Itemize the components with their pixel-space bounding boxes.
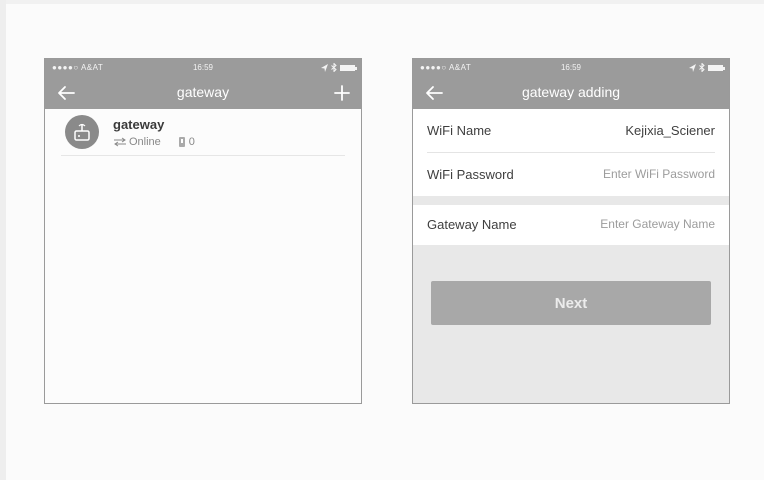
- gateway-name-group: Gateway Name: [413, 205, 729, 245]
- wifi-password-label: WiFi Password: [427, 167, 514, 182]
- gateway-avatar: [65, 115, 99, 149]
- left-divider: [0, 0, 6, 480]
- nav-bar: gateway adding: [413, 77, 729, 109]
- gateway-list-item[interactable]: gateway Online 0: [45, 109, 361, 157]
- bluetooth-icon: [699, 63, 705, 72]
- list-divider: [61, 155, 345, 156]
- gateway-meta: Online 0: [113, 136, 195, 148]
- gateway-name-input[interactable]: [565, 213, 715, 235]
- wifi-name-value[interactable]: Kejixia_Sciener: [625, 123, 715, 138]
- bluetooth-icon: [331, 63, 337, 72]
- lock-icon: [178, 137, 185, 147]
- location-icon: [321, 63, 328, 72]
- top-divider: [0, 0, 764, 4]
- status-icons: [321, 63, 357, 72]
- nav-bar: gateway: [45, 77, 361, 109]
- status-icons: [689, 63, 725, 72]
- sync-arrows-icon: [114, 137, 126, 147]
- lock-count: 0: [188, 136, 195, 148]
- plus-icon[interactable]: [331, 82, 353, 104]
- wifi-form-group: WiFi Name Kejixia_Sciener WiFi Password: [413, 109, 729, 196]
- status-time: 16:59: [560, 63, 582, 72]
- wifi-name-label: WiFi Name: [427, 123, 492, 138]
- gateway-router-icon: [74, 123, 90, 141]
- page-title: gateway adding: [521, 84, 621, 100]
- gateway-name-label: Gateway Name: [427, 217, 517, 232]
- gateway-name-row: Gateway Name: [413, 203, 729, 246]
- gateway-list-screen: ●●●●○ A&AT 16:59 gateway gateway Online …: [44, 58, 362, 404]
- status-time: 16:59: [192, 63, 214, 72]
- status-bar: ●●●●○ A&AT 16:59: [413, 59, 729, 77]
- gateway-name: gateway: [113, 117, 165, 132]
- page-title: gateway: [176, 84, 230, 100]
- next-button[interactable]: Next: [431, 281, 711, 325]
- battery-icon: [340, 64, 357, 71]
- wifi-password-row: WiFi Password: [413, 153, 729, 196]
- location-icon: [689, 63, 696, 72]
- wifi-name-row[interactable]: WiFi Name Kejixia_Sciener: [413, 109, 729, 153]
- gateway-adding-screen: ●●●●○ A&AT 16:59 gateway adding WiFi Nam…: [412, 58, 730, 404]
- wifi-password-input[interactable]: [565, 163, 715, 185]
- gateway-status: Online: [129, 136, 161, 148]
- status-bar: ●●●●○ A&AT 16:59: [45, 59, 361, 77]
- form-area: WiFi Name Kejixia_Sciener WiFi Password …: [413, 109, 729, 403]
- battery-icon: [708, 64, 725, 71]
